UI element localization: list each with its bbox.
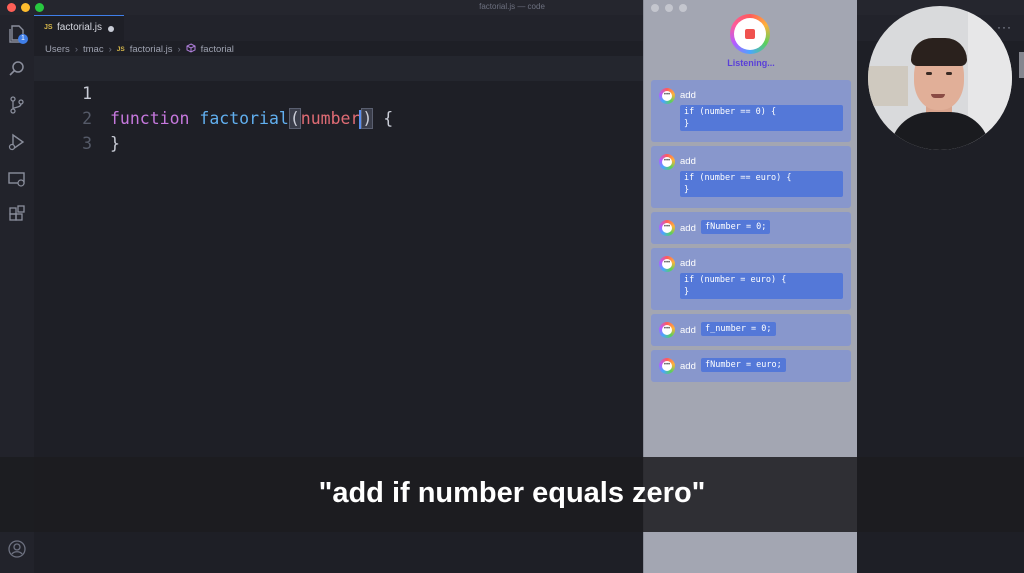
- assistant-icon: •••: [659, 220, 675, 236]
- account-icon[interactable]: [8, 540, 26, 558]
- command-code: if (number = euro) { }: [680, 273, 843, 299]
- chevron-right-icon: ›: [74, 43, 78, 55]
- command-card[interactable]: ••• add if (number = euro) { }: [651, 248, 851, 310]
- command-code: if (number == euro) { }: [680, 171, 843, 197]
- command-card[interactable]: ••• add fNumber = euro;: [651, 350, 851, 382]
- command-card[interactable]: ••• add fNumber = 0;: [651, 212, 851, 244]
- command-action: add: [680, 325, 696, 336]
- stop-icon: [745, 29, 755, 39]
- remote-explorer-icon[interactable]: [7, 169, 27, 189]
- breadcrumb-symbol[interactable]: factorial: [201, 44, 234, 55]
- extensions-icon[interactable]: [7, 205, 27, 225]
- panel-close-button[interactable]: [651, 4, 659, 12]
- command-code: if (number == 0) { }: [680, 105, 843, 131]
- panel-maximize-button[interactable]: [679, 4, 687, 12]
- code-editor[interactable]: 1 function factorial(number) { 2 } 3: [34, 56, 644, 456]
- assistant-icon: •••: [659, 256, 675, 272]
- command-card[interactable]: ••• add if (number == 0) { }: [651, 80, 851, 142]
- command-card[interactable]: ••• add if (number == euro) { }: [651, 146, 851, 208]
- command-code: f_number = 0;: [701, 322, 776, 336]
- js-file-icon: JS: [116, 45, 125, 53]
- assistant-icon: •••: [659, 88, 675, 104]
- line-number: 3: [82, 134, 92, 153]
- assistant-icon: •••: [659, 154, 675, 170]
- command-action: add: [680, 223, 696, 234]
- explorer-badge: 1: [18, 34, 28, 44]
- tab-bar: JS factorial.js ···: [34, 15, 1024, 41]
- command-code: fNumber = 0;: [701, 220, 771, 234]
- brace-token: }: [110, 134, 120, 153]
- breadcrumb-file[interactable]: factorial.js: [130, 44, 173, 55]
- title-bar: factorial.js — code: [0, 0, 1024, 15]
- run-debug-icon[interactable]: [7, 132, 27, 152]
- js-file-icon: JS: [44, 24, 53, 31]
- panel-minimize-button[interactable]: [665, 4, 673, 12]
- chevron-right-icon: ›: [177, 43, 181, 55]
- code-line[interactable]: 2 }: [34, 81, 644, 153]
- breadcrumb-users[interactable]: Users: [45, 44, 70, 55]
- files-icon[interactable]: 1: [7, 23, 28, 44]
- tab-factorial-js[interactable]: JS factorial.js: [34, 15, 124, 41]
- window-title: factorial.js — code: [479, 2, 545, 11]
- command-action: add: [680, 156, 696, 167]
- assistant-icon: •••: [659, 322, 675, 338]
- command-code: fNumber = euro;: [701, 358, 786, 372]
- tab-label: factorial.js: [57, 22, 103, 33]
- webcam-overlay: [868, 6, 1012, 150]
- cube-symbol-icon: [186, 42, 196, 56]
- caption-text: "add if number equals zero": [318, 477, 706, 509]
- command-card[interactable]: ••• add f_number = 0;: [651, 314, 851, 346]
- search-icon[interactable]: [7, 59, 27, 79]
- code-line[interactable]: 3: [34, 106, 644, 153]
- stop-recording-button[interactable]: [730, 14, 770, 54]
- unsaved-dot-icon[interactable]: [108, 26, 114, 32]
- command-action: add: [680, 361, 696, 372]
- minimap-slider[interactable]: [1019, 52, 1024, 78]
- caption-banner: "add if number equals zero": [0, 457, 1024, 532]
- chevron-right-icon: ›: [108, 43, 112, 55]
- assistant-icon: •••: [659, 358, 675, 374]
- breadcrumb: Users › tmac › JS factorial.js › factori…: [45, 42, 234, 56]
- source-control-icon[interactable]: [7, 95, 27, 115]
- breadcrumb-tmac[interactable]: tmac: [83, 44, 104, 55]
- command-action: add: [680, 258, 696, 269]
- code-line[interactable]: 1 function factorial(number) {: [34, 56, 644, 129]
- listening-status: Listening...: [727, 58, 775, 68]
- command-action: add: [680, 90, 696, 101]
